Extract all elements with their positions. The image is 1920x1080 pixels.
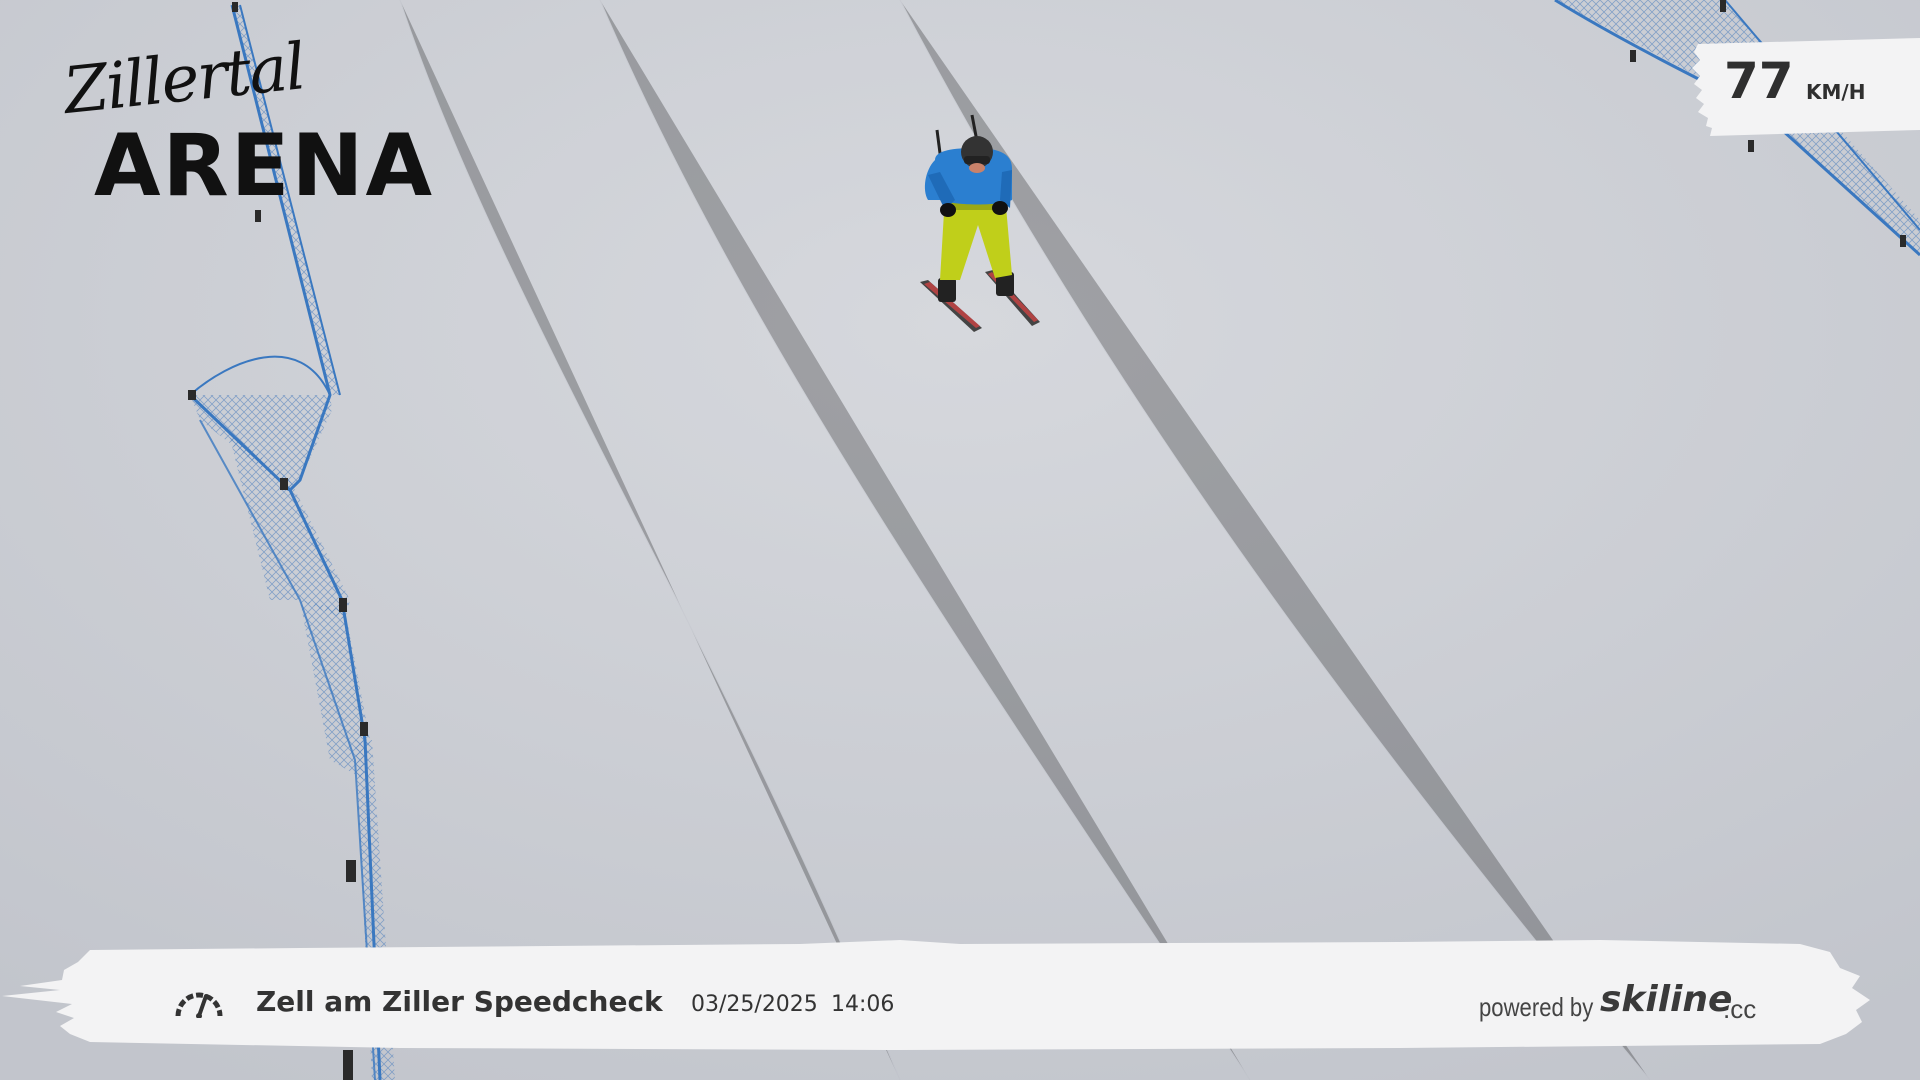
speed-unit: KM/H [1806,80,1866,104]
skiline-brand-tld: .cc [1723,994,1757,1024]
speed-badge: 77 KM/H [1688,38,1920,136]
capture-date: 03/25/2025 [691,992,818,1017]
skiline-brand: skiline [1600,979,1733,1020]
speed-badge-background [1692,38,1920,136]
info-bar: Zell am Ziller Speedcheck 03/25/2025 14:… [0,938,1920,1058]
zillertal-arena-logo: Zillertal ARENA [58,30,438,216]
powered-by-label: powered by [1479,992,1594,1022]
webcam-frame: Zillertal ARENA 77 KM/H Zell am Ziller S… [0,0,1920,1080]
speedometer-icon [175,992,223,1018]
capture-time: 14:06 [831,992,895,1017]
speed-value: 77 [1724,52,1794,110]
location-title: Zell am Ziller Speedcheck [256,985,663,1018]
logo-main-text: ARENA [94,116,435,216]
